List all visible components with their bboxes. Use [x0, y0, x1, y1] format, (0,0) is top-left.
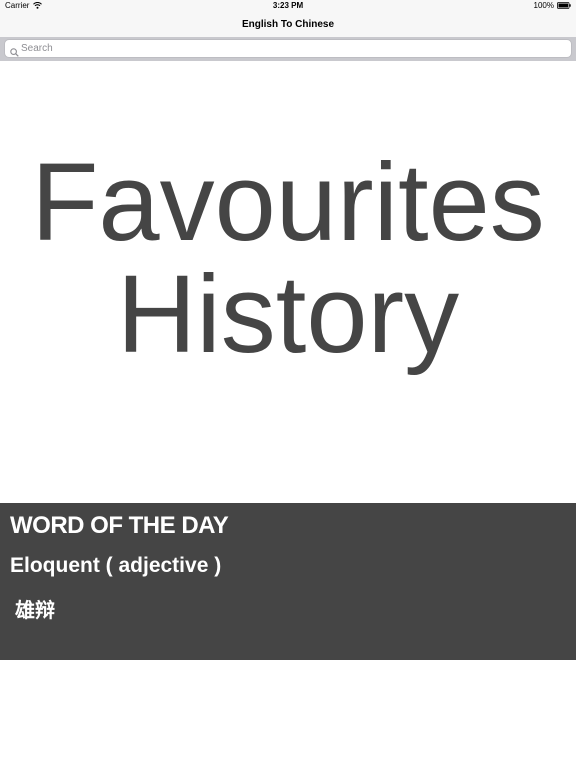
word-of-the-day-word: Eloquent ( adjective )	[10, 554, 222, 577]
search-input[interactable]	[21, 41, 561, 56]
app-screen: Carrier 3:23 PM 100% English To Chinese …	[0, 0, 576, 768]
status-right: 100%	[534, 1, 571, 10]
search-bar	[0, 37, 576, 61]
nav-title: English To Chinese	[241, 19, 335, 30]
word-of-the-day-panel[interactable]: WORD OF THE DAY Eloquent ( adjective ) 雄…	[0, 503, 576, 660]
nav-bar: English To Chinese	[0, 12, 576, 37]
battery-icon	[557, 2, 571, 9]
word-of-the-day-translation: 雄辩	[15, 598, 55, 622]
battery-percent: 100%	[533, 1, 554, 10]
status-bar: Carrier 3:23 PM 100%	[0, 0, 576, 12]
word-of-the-day-heading: WORD OF THE DAY	[10, 512, 229, 539]
favourites-button[interactable]: Favourites	[0, 148, 576, 258]
search-icon	[10, 44, 19, 62]
status-time: 3:23 PM	[272, 1, 304, 10]
search-field[interactable]	[4, 39, 572, 58]
history-button[interactable]: History	[0, 260, 576, 370]
